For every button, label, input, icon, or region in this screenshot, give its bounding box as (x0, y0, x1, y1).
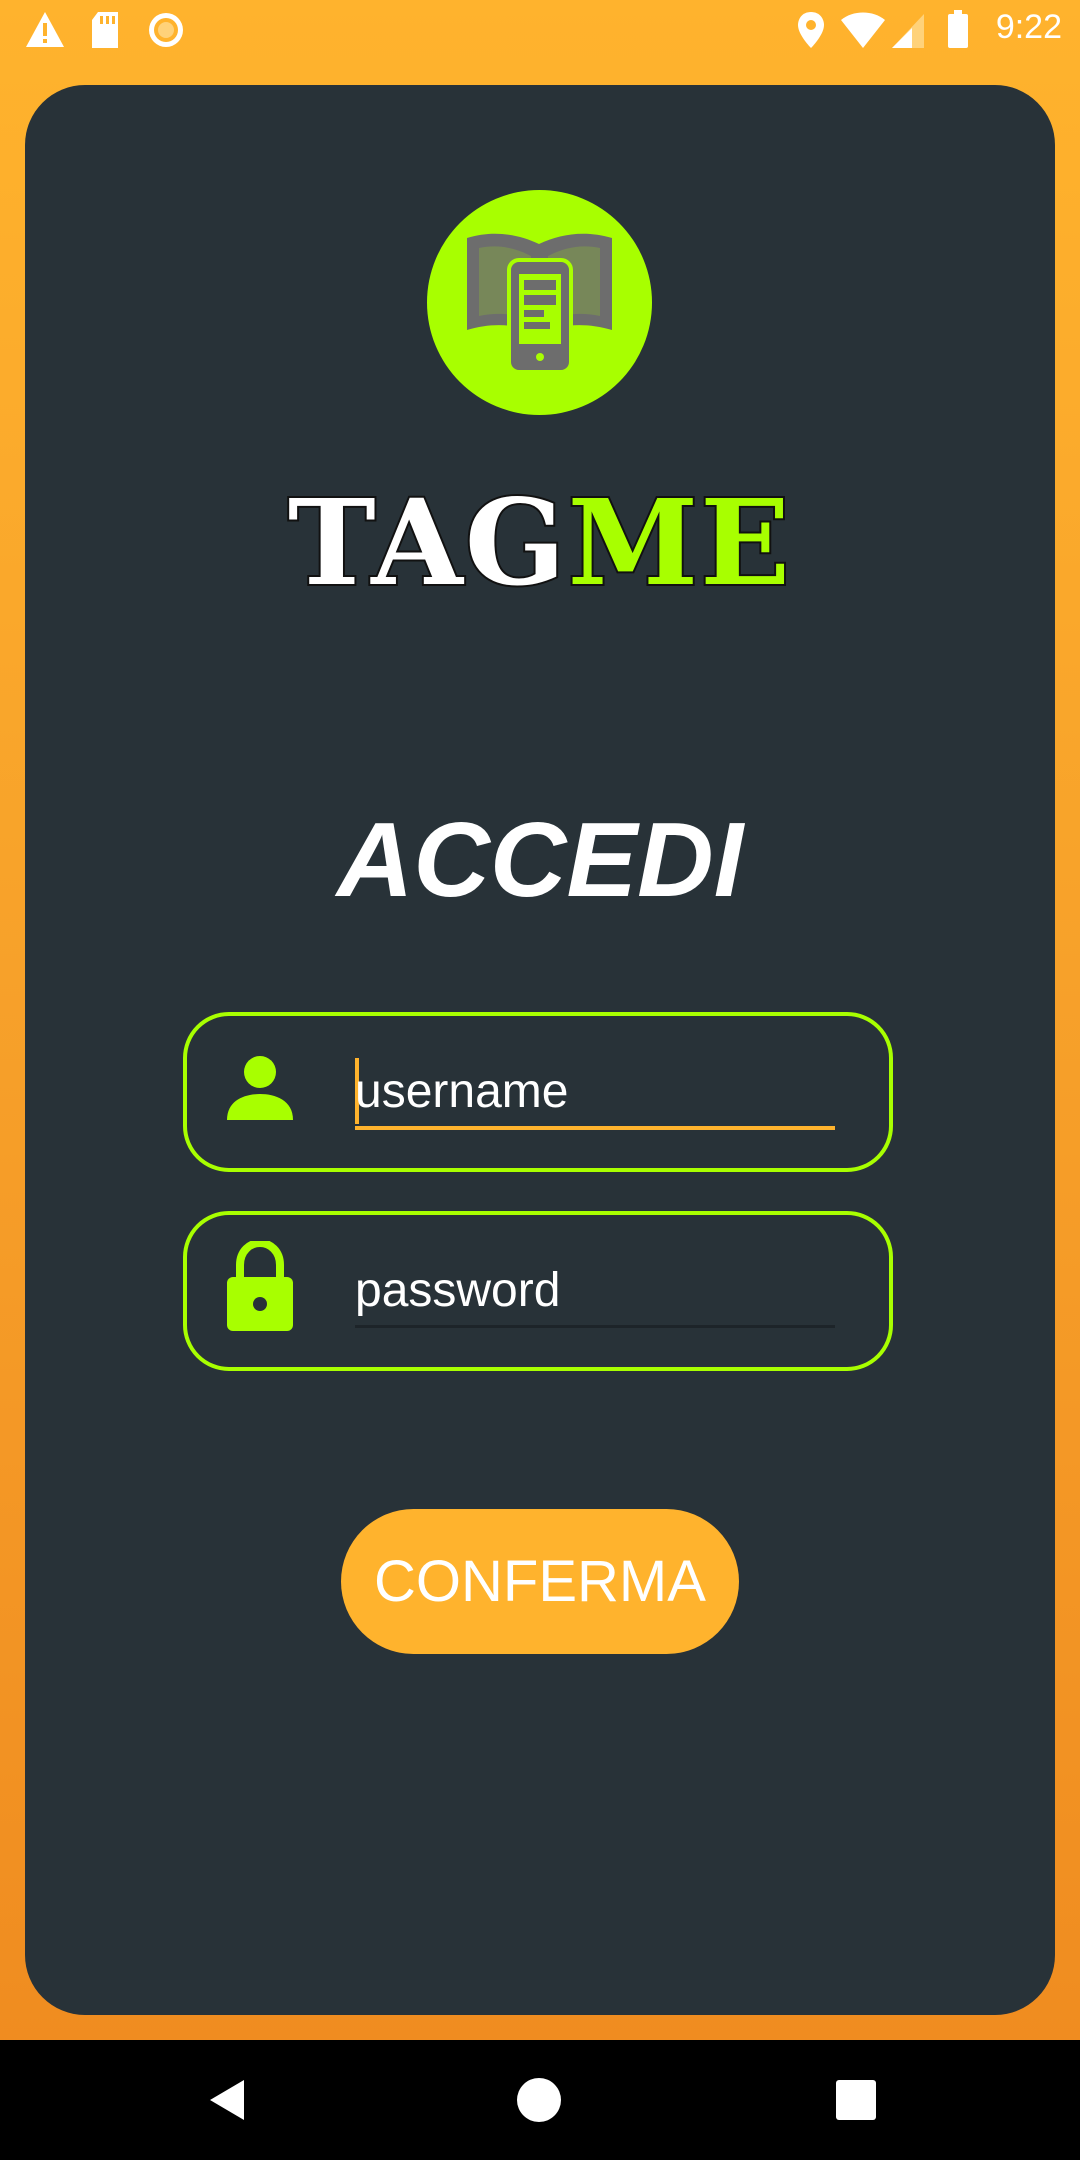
signal-icon (890, 10, 926, 55)
status-bar: 9:22 (0, 0, 1080, 62)
navigation-bar (0, 2040, 1080, 2160)
brand-part-me: ME (566, 473, 793, 612)
status-time: 9:22 (995, 8, 1062, 46)
record-icon (146, 10, 186, 55)
username-placeholder: username (355, 1065, 569, 1118)
warning-icon (24, 10, 66, 55)
password-placeholder: password (355, 1264, 561, 1317)
sd-card-icon (90, 10, 120, 55)
password-input[interactable]: password (355, 1255, 835, 1328)
page-title: ACCEDI (336, 801, 744, 919)
wifi-icon (840, 10, 886, 55)
brand-part-tag: TAG (286, 473, 568, 612)
user-icon (225, 1054, 295, 1129)
recents-icon[interactable] (826, 2070, 886, 2135)
back-icon[interactable] (200, 2070, 260, 2135)
lock-icon (225, 1238, 295, 1338)
battery-icon (946, 10, 970, 55)
app-logo (427, 190, 652, 415)
location-icon (796, 10, 826, 55)
book-phone-icon (467, 233, 612, 374)
username-field[interactable]: username (183, 1012, 893, 1172)
username-input[interactable]: username (355, 1056, 835, 1130)
confirm-button[interactable]: CONFERMA (341, 1509, 739, 1654)
brand-wordmark: TAGME (0, 476, 1080, 610)
password-field[interactable]: password (183, 1211, 893, 1371)
home-icon[interactable] (509, 2070, 569, 2135)
